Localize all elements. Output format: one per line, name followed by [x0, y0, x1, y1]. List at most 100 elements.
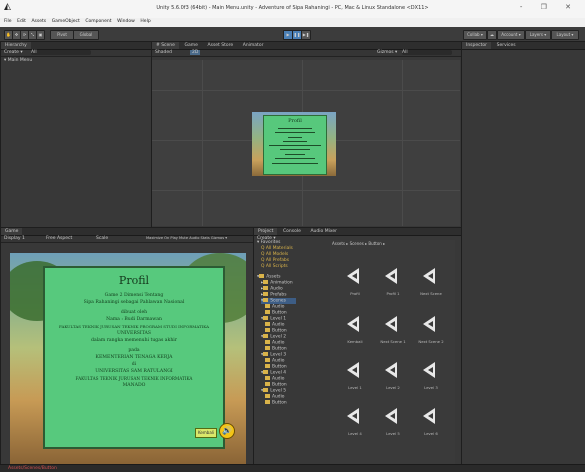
- asset-label: Profil 1: [386, 291, 400, 296]
- tab-hierarchy[interactable]: Hierarchy: [1, 42, 31, 49]
- profile-line: dalam rangka memenuhi tugas akhir: [91, 338, 177, 343]
- tab-project[interactable]: Project: [254, 228, 278, 235]
- tree-item[interactable]: Audio: [265, 304, 284, 310]
- unity-scene-icon[interactable]: [381, 358, 405, 382]
- folder-icon: [263, 316, 269, 320]
- scene-card-line: [288, 137, 302, 138]
- tree-item[interactable]: Audio: [265, 376, 284, 382]
- folder-icon: [265, 376, 270, 380]
- unity-scene-icon[interactable]: [419, 264, 443, 288]
- scene-card-line: [269, 145, 321, 146]
- mode-2d-toggle[interactable]: 2D: [190, 50, 201, 55]
- tree-item[interactable]: Q All Scripts: [261, 264, 288, 269]
- tree-item[interactable]: Q All Models: [261, 252, 288, 257]
- tree-item[interactable]: ▾ Level 2: [261, 334, 286, 340]
- folder-icon: [265, 358, 270, 362]
- tab-asset-store[interactable]: Asset Store: [204, 42, 238, 49]
- layout-dropdown[interactable]: Layout ▾: [551, 30, 579, 40]
- tree-item[interactable]: Button: [265, 400, 287, 406]
- menu-edit[interactable]: Edit: [17, 19, 26, 24]
- asset-label: Profil: [350, 291, 360, 296]
- collab-button[interactable]: Collab ▾: [463, 30, 487, 40]
- tree-assets[interactable]: ▾ Assets: [257, 274, 281, 280]
- asset-label: Level 2: [386, 385, 400, 390]
- tab-services[interactable]: Services: [493, 42, 520, 49]
- menu-assets[interactable]: Assets: [31, 19, 46, 24]
- unity-scene-icon[interactable]: [381, 264, 405, 288]
- menu-window[interactable]: Window: [117, 19, 135, 24]
- tree-item[interactable]: ▾ Level 3: [261, 352, 286, 358]
- speaker-icon[interactable]: 🔊: [219, 423, 235, 439]
- tree-item[interactable]: Audio: [265, 394, 284, 400]
- unity-scene-icon[interactable]: [381, 312, 405, 336]
- rect-tool-icon[interactable]: ▣: [36, 30, 45, 40]
- tab-inspector[interactable]: Inspector: [462, 42, 491, 49]
- status-message: Assets/Scenes/Button: [8, 466, 57, 471]
- display-dropdown[interactable]: Display 1: [4, 236, 25, 241]
- step-button[interactable]: ▶❚: [301, 30, 311, 40]
- scene-canvas-preview[interactable]: Profil: [252, 112, 336, 176]
- tree-item[interactable]: Button: [265, 364, 287, 370]
- folder-icon: [265, 382, 270, 386]
- tab-game-top[interactable]: Game: [181, 42, 202, 49]
- tree-item[interactable]: ▸ Audio: [261, 286, 283, 292]
- hierarchy-panel: Hierarchy Create ▾ All ▾ Main Menu: [0, 41, 152, 228]
- menu-component[interactable]: Component: [85, 19, 111, 24]
- tree-item[interactable]: ▾ Level 5: [261, 388, 286, 394]
- tree-item[interactable]: ▸ Animation: [261, 280, 293, 286]
- aspect-dropdown[interactable]: Free Aspect: [46, 236, 72, 241]
- tree-item[interactable]: Audio: [265, 358, 284, 364]
- asset-breadcrumb[interactable]: Assets ▸ Scenes ▸ Button ▸: [332, 241, 385, 246]
- unity-scene-icon[interactable]: [343, 404, 367, 428]
- hierarchy-scene-row[interactable]: ▾ Main Menu: [4, 58, 32, 63]
- asset-grid: Assets ▸ Scenes ▸ Button ▸ Profil Profil …: [330, 240, 455, 464]
- scale-slider[interactable]: Scale: [96, 236, 108, 241]
- tree-item[interactable]: Audio: [265, 322, 284, 328]
- tab-game[interactable]: Game: [1, 228, 23, 235]
- tree-item[interactable]: Audio: [265, 340, 284, 346]
- pivot-toggle[interactable]: Pivot: [50, 30, 74, 40]
- unity-scene-icon[interactable]: [381, 404, 405, 428]
- menu-gameobject[interactable]: GameObject: [52, 19, 80, 24]
- menu-file[interactable]: File: [4, 19, 12, 24]
- scene-card-line: [283, 141, 307, 142]
- gizmos-dropdown[interactable]: Gizmos ▾: [377, 50, 397, 55]
- account-dropdown[interactable]: Account ▾: [497, 30, 525, 40]
- tab-animator[interactable]: Animator: [239, 42, 268, 49]
- profile-line: UNIVERSITAS: [116, 331, 152, 336]
- layers-dropdown[interactable]: Layers ▾: [525, 30, 551, 40]
- game-options[interactable]: Maximize On Play Mute Audio Stats Gizmos…: [146, 236, 227, 240]
- unity-scene-icon[interactable]: [343, 312, 367, 336]
- game-view[interactable]: Profil Game 2 Dimensi Tentang Sipa Rahan…: [10, 253, 246, 464]
- unity-scene-icon[interactable]: [419, 358, 443, 382]
- hierarchy-create-button[interactable]: Create ▾: [4, 50, 23, 55]
- hierarchy-search-input[interactable]: All: [31, 50, 91, 55]
- shading-dropdown[interactable]: Shaded: [155, 50, 172, 55]
- unity-scene-icon[interactable]: [343, 264, 367, 288]
- profile-line: dibuat oleh: [120, 310, 148, 315]
- folder-icon: [265, 310, 270, 314]
- tree-item[interactable]: Q All Prefabs: [261, 258, 289, 263]
- tree-item[interactable]: ▸ Prefabs: [261, 292, 287, 298]
- unity-scene-icon[interactable]: [419, 404, 443, 428]
- unity-scene-icon[interactable]: [343, 358, 367, 382]
- tree-item[interactable]: ▾ Level 4: [261, 370, 286, 376]
- global-toggle[interactable]: Global: [73, 30, 99, 40]
- window-controls[interactable]: - ❐ ✕: [520, 3, 579, 11]
- tree-item[interactable]: Button: [265, 382, 287, 388]
- tree-item[interactable]: ▾ Level 1: [261, 316, 286, 322]
- tree-item[interactable]: Button: [265, 346, 287, 352]
- scene-search-input[interactable]: All: [402, 50, 452, 55]
- cloud-icon[interactable]: ☁: [487, 30, 497, 40]
- tab-audio-mixer[interactable]: Audio Mixer: [306, 228, 341, 235]
- back-button[interactable]: Kembali: [195, 428, 217, 438]
- menu-help[interactable]: Help: [140, 19, 150, 24]
- tree-item-selected[interactable]: ▾ Scenes: [261, 298, 296, 304]
- tree-item[interactable]: Button: [265, 310, 287, 316]
- tree-item[interactable]: Q All Materials: [261, 246, 293, 251]
- unity-scene-icon[interactable]: [419, 312, 443, 336]
- tree-item[interactable]: Button: [265, 328, 287, 334]
- tree-favorites[interactable]: ▾ Favorites: [257, 240, 280, 245]
- tab-console[interactable]: Console: [279, 228, 305, 235]
- tab-scene[interactable]: # Scene: [152, 42, 179, 49]
